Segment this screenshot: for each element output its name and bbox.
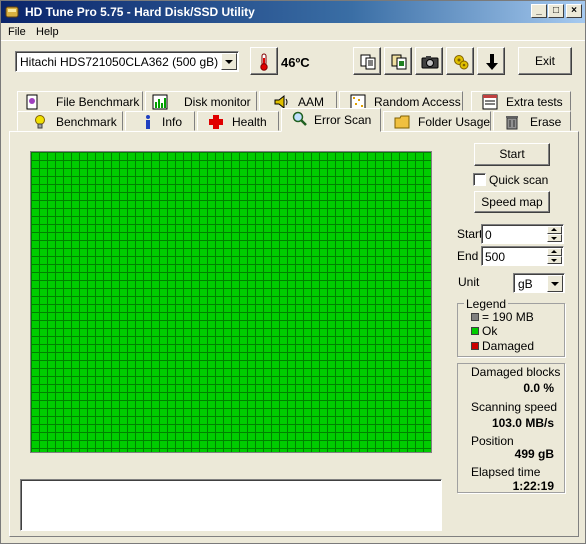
damaged-blocks-label: Damaged blocks — [471, 365, 561, 379]
close-button[interactable]: × — [566, 4, 582, 18]
scan-block-map — [30, 151, 432, 453]
unit-label: Unit — [458, 275, 480, 289]
position-value: 499 gB — [514, 447, 554, 461]
save-button[interactable] — [477, 47, 505, 75]
speed-map-button[interactable]: Speed map — [474, 191, 550, 213]
tab-disk-monitor[interactable]: Disk monitor — [145, 91, 257, 111]
tab-extra-tests[interactable]: Extra tests — [471, 91, 571, 111]
unit-select[interactable]: gB — [513, 273, 565, 293]
menu-file[interactable]: File — [8, 26, 26, 38]
start-spinner[interactable]: 0 — [481, 224, 564, 244]
spin-down-icon[interactable] — [547, 234, 562, 242]
magnifier-icon — [292, 111, 308, 127]
tab-health[interactable]: Health — [197, 111, 279, 131]
copy-button[interactable] — [353, 47, 381, 75]
menu-bar: File Help — [1, 23, 585, 41]
clipboard-icon — [391, 54, 407, 70]
start-button[interactable]: Start — [474, 143, 550, 166]
position-label: Position — [471, 434, 514, 448]
file-benchmark-icon — [24, 94, 40, 110]
legend-title: Legend — [464, 297, 509, 311]
unit-select-value: gB — [518, 277, 533, 291]
app-icon — [5, 5, 19, 19]
temperature-readout: 46ºC — [281, 55, 310, 70]
elapsed-time-label: Elapsed time — [471, 465, 541, 479]
chevron-down-icon[interactable] — [221, 53, 237, 70]
extra-tests-icon — [482, 94, 498, 110]
scanning-speed-value: 103.0 MB/s — [491, 416, 554, 430]
options-button[interactable] — [446, 47, 474, 75]
tab-label: Erase — [530, 115, 562, 129]
scanning-speed-label: Scanning speed — [471, 400, 558, 414]
drive-select-value: Hitachi HDS721050CLA362 (500 gB) — [20, 55, 219, 69]
quick-scan-checkbox[interactable] — [473, 173, 486, 186]
tab-info[interactable]: Info — [125, 111, 195, 131]
spin-up-icon[interactable] — [547, 248, 562, 256]
tab-label: Benchmark — [56, 115, 117, 129]
tab-label: Folder Usage — [418, 115, 491, 129]
tab-label: Random Access — [374, 95, 461, 109]
tab-label: AAM — [298, 95, 325, 109]
tab-error-scan[interactable]: Error Scan — [281, 108, 381, 132]
quick-scan-label: Quick scan — [489, 173, 549, 187]
spin-up-icon[interactable] — [547, 226, 562, 234]
tab-folder-usage[interactable]: Folder Usage — [383, 111, 491, 131]
temperature-button[interactable] — [250, 47, 278, 75]
menu-help[interactable]: Help — [36, 26, 59, 38]
spin-down-icon[interactable] — [547, 256, 562, 264]
tab-label: Info — [162, 115, 183, 129]
copy-icon — [360, 54, 376, 70]
copy-all-button[interactable] — [384, 47, 412, 75]
start-spinner-value: 0 — [485, 228, 492, 242]
health-cross-icon — [208, 114, 224, 130]
trash-icon — [504, 114, 520, 130]
damaged-blocks-value: 0.0 % — [523, 381, 554, 395]
legend-ok-swatch — [471, 327, 479, 335]
thermometer-icon — [260, 53, 268, 71]
tab-label: Disk monitor — [184, 95, 251, 109]
tab-erase[interactable]: Erase — [493, 111, 571, 131]
elapsed-time-value: 1:22:19 — [512, 479, 554, 493]
tab-label: Health — [232, 115, 267, 129]
legend-damaged: Damaged — [482, 339, 535, 353]
camera-icon — [421, 56, 439, 69]
scan-log-box[interactable] — [20, 479, 442, 531]
folder-icon — [394, 114, 410, 130]
window-title: HD Tune Pro 5.75 - Hard Disk/SSD Utility — [25, 5, 255, 19]
end-spinner[interactable]: 500 — [481, 246, 564, 266]
legend-block-size: = 190 MB — [482, 310, 534, 324]
start-field-label: Start — [457, 227, 483, 241]
chevron-down-icon[interactable] — [547, 275, 563, 292]
end-field-label: End — [457, 249, 479, 263]
tab-label: File Benchmark — [56, 95, 140, 109]
tab-label: Extra tests — [506, 95, 563, 109]
exit-button[interactable]: Exit — [518, 47, 572, 75]
screenshot-button[interactable] — [415, 47, 443, 75]
tab-file-benchmark[interactable]: File Benchmark — [17, 91, 143, 111]
app-window: HD Tune Pro 5.75 - Hard Disk/SSD Utility… — [0, 0, 586, 544]
maximize-button[interactable]: □ — [548, 4, 564, 18]
lightbulb-icon — [32, 114, 48, 130]
end-spinner-value: 500 — [485, 250, 506, 264]
arrow-down-icon — [486, 54, 498, 70]
legend-damaged-swatch — [471, 342, 479, 350]
minimize-button[interactable]: _ — [531, 4, 547, 18]
legend-block-size-swatch — [471, 313, 479, 321]
tab-benchmark[interactable]: Benchmark — [17, 111, 123, 131]
info-icon — [140, 114, 156, 130]
title-bar[interactable]: HD Tune Pro 5.75 - Hard Disk/SSD Utility… — [1, 1, 585, 23]
legend-ok: Ok — [482, 324, 498, 338]
bar-chart-icon — [152, 94, 168, 110]
gears-icon — [454, 55, 469, 70]
tab-label: Error Scan — [314, 113, 372, 127]
drive-select[interactable]: Hitachi HDS721050CLA362 (500 gB) — [15, 51, 239, 72]
